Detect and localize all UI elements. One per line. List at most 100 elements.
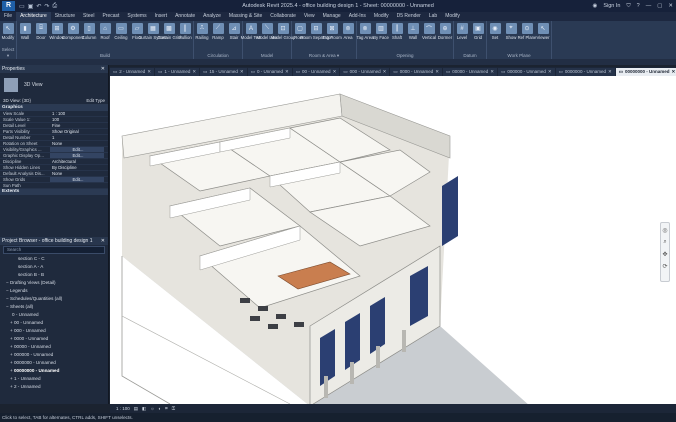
type-selector[interactable]: 3D View (0, 73, 108, 97)
tree-item[interactable]: section A - A (0, 263, 108, 271)
tree-item[interactable]: 0 - Unnamed (0, 311, 108, 319)
tool-label: Viewer (536, 35, 550, 40)
ribbon-tab[interactable]: Steel (79, 12, 98, 21)
view-scale[interactable]: 1 : 100 (116, 406, 130, 411)
tree-item[interactable]: + 00000 - Unnamed (0, 343, 108, 351)
detail-level-icon[interactable]: ▤ (134, 406, 138, 412)
view-tab[interactable]: ▭ 00000000 - Unnamed ✕ (615, 67, 676, 76)
tree-item[interactable]: − Legends (0, 287, 108, 295)
window-title: Autodesk Revit 2025.4 - office building … (242, 3, 434, 9)
ribbon-tab[interactable]: Annotate (171, 12, 199, 21)
revit-logo[interactable]: R (2, 1, 15, 11)
view-tab[interactable]: ▭ 15 - Unnamed ✕ (200, 67, 247, 76)
lock-icon[interactable]: ⚿ (172, 406, 175, 411)
ribbon-tab[interactable]: Modify (370, 12, 393, 21)
tree-item[interactable]: − Sheets (all) (0, 303, 108, 311)
view-tab[interactable]: ▭ 00000 - Unnamed ✕ (443, 67, 498, 76)
close-icon[interactable]: ✕ (192, 68, 196, 76)
close-icon[interactable]: ✕ (285, 68, 289, 76)
ribbon-tab[interactable]: Add-Ins (345, 12, 370, 21)
ribbon-tab[interactable]: Architecture (16, 12, 51, 21)
help-icon[interactable]: ? (637, 3, 640, 9)
sign-in-button[interactable]: Sign In (603, 3, 620, 9)
sun-path-icon[interactable]: ☼ (150, 406, 154, 411)
edit-type-button[interactable]: Edit Type (86, 98, 105, 103)
close-icon[interactable]: ✕ (608, 68, 612, 76)
tool-label: Tag Area (356, 35, 374, 40)
property-value: None (52, 141, 63, 146)
ribbon-tab[interactable]: Lab (425, 12, 441, 21)
tree-item[interactable]: + 000000 - Unnamed (0, 351, 108, 359)
close-icon[interactable]: ✕ (383, 68, 387, 76)
pan-icon[interactable]: ✥ (662, 251, 667, 258)
close-icon[interactable]: ✕ (333, 68, 337, 76)
visual-style-icon[interactable]: ◧ (142, 406, 146, 412)
tree-item[interactable]: + 00000000 - Unnamed (0, 367, 108, 375)
ribbon-tab[interactable]: Systems (123, 12, 150, 21)
ribbon-tab[interactable]: Collaborate (266, 12, 300, 21)
edit-button[interactable]: Edit... (50, 153, 104, 158)
ribbon-tab[interactable]: Structure (51, 12, 79, 21)
print-icon[interactable]: ⎙ (52, 3, 57, 10)
edit-button[interactable]: Edit... (50, 147, 104, 152)
open-icon[interactable]: ▭ (19, 3, 25, 10)
ribbon-tab[interactable]: Manage (319, 12, 345, 21)
close-icon[interactable]: ✕ (101, 65, 105, 73)
tree-item[interactable]: − Drafting Views (Detail) (0, 279, 108, 287)
view-tab[interactable]: ▭ 2 - Unnamed ✕ (110, 67, 155, 76)
tree-item[interactable]: + 2 - Unnamed (0, 383, 108, 391)
view-tab[interactable]: ▭ 00 - Unnamed ✕ (292, 67, 340, 76)
tree-item[interactable]: + 0000000 - Unnamed (0, 359, 108, 367)
tree-item[interactable]: + 0000 - Unnamed (0, 335, 108, 343)
view-tab[interactable]: ▭ 000 - Unnamed ✕ (340, 67, 390, 76)
view-tab[interactable]: ▭ 0000000 - Unnamed ✕ (555, 67, 615, 76)
save-icon[interactable]: ▣ (28, 3, 34, 10)
ribbon-tab[interactable]: Insert (151, 12, 172, 21)
instance-selector[interactable]: 3D View: {3D} Edit Type (0, 97, 108, 105)
orbit-icon[interactable]: ⟳ (662, 263, 667, 270)
user-icon[interactable]: ◉ (593, 3, 598, 9)
close-icon[interactable]: ✕ (240, 68, 244, 76)
edit-button[interactable]: Edit... (50, 177, 104, 182)
tree-item[interactable]: + 000 - Unnamed (0, 327, 108, 335)
drawing-canvas[interactable]: ◎ ⌕ ✥ ⟳ (110, 76, 676, 404)
zoom-icon[interactable]: ⌕ (663, 239, 666, 246)
browser-search-input[interactable]: Search (3, 246, 105, 254)
view-tab[interactable]: ▭ 1 - Unnamed ✕ (155, 67, 200, 76)
ribbon-tab[interactable]: View (300, 12, 319, 21)
tree-item[interactable]: + 00 - Unnamed (0, 319, 108, 327)
building-3d-model (121, 93, 528, 404)
ribbon-tab[interactable]: Analyze (199, 12, 225, 21)
crop-icon[interactable]: ⌗ (165, 406, 168, 411)
property-value: 1 : 100 (52, 111, 66, 116)
ribbon-tab[interactable]: Modify (441, 12, 464, 21)
tree-item[interactable]: − Schedules/Quantities (all) (0, 295, 108, 303)
close-icon[interactable]: ✕ (101, 237, 105, 245)
undo-icon[interactable]: ↶ (36, 3, 41, 10)
view-tab[interactable]: ▭ 000000 - Unnamed ✕ (498, 67, 555, 76)
maximize-button[interactable]: ▢ (657, 3, 662, 9)
close-icon[interactable]: ✕ (435, 68, 439, 76)
steering-wheel-icon[interactable]: ◎ (662, 227, 667, 234)
property-value: 1 (52, 135, 55, 140)
property-section-header[interactable]: Extents (0, 189, 108, 195)
view-tab[interactable]: ▭ 0000 - Unnamed ✕ (390, 67, 442, 76)
ribbon-tab[interactable]: Precast (98, 12, 123, 21)
redo-icon[interactable]: ↷ (44, 3, 49, 10)
cart-icon[interactable]: ⛉ (626, 3, 630, 10)
ribbon-tab[interactable]: File (0, 12, 16, 21)
minimize-button[interactable]: — (646, 3, 652, 9)
tree-item[interactable]: section B - B (0, 271, 108, 279)
close-button[interactable]: ✕ (668, 3, 673, 9)
close-icon[interactable]: ✕ (672, 68, 676, 76)
close-icon[interactable]: ✕ (548, 68, 552, 76)
tree-item[interactable]: section C - C (0, 255, 108, 263)
close-icon[interactable]: ✕ (147, 68, 151, 76)
ribbon-tab[interactable]: Massing & Site (225, 12, 266, 21)
tree-item[interactable]: + 1 - Unnamed (0, 375, 108, 383)
view-tab[interactable]: ▭ 0 - Unnamed ✕ (247, 67, 292, 76)
shadows-icon[interactable]: ◐ (158, 406, 161, 411)
sheet-icon: ▭ (446, 68, 451, 74)
close-icon[interactable]: ✕ (490, 68, 494, 76)
ribbon-tab[interactable]: D5 Render (393, 12, 425, 21)
